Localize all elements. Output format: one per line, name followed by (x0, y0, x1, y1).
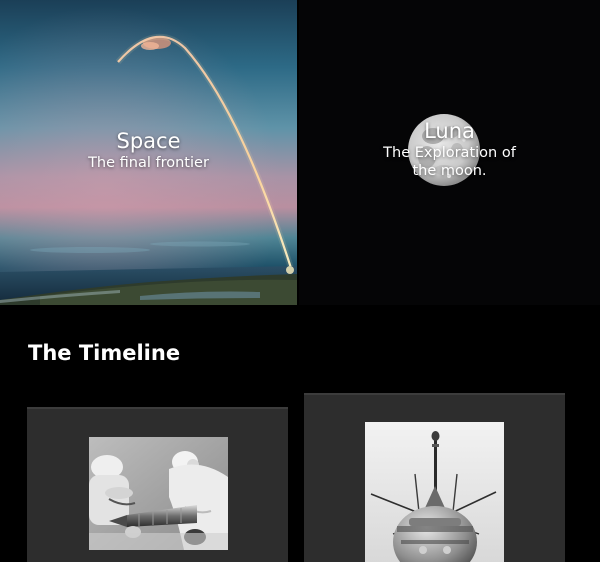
luna-tile-caption: Luna The Exploration of the moon. (299, 118, 600, 180)
luna-tile[interactable]: Luna The Exploration of the moon. (299, 0, 600, 305)
space-tile[interactable]: Space The final frontier (0, 0, 297, 305)
satellite-photo (365, 422, 504, 562)
space-subtitle: The final frontier (88, 155, 209, 171)
hero-row: Space The final frontier Luna The Explor… (0, 0, 600, 305)
timeline-card[interactable] (27, 407, 288, 562)
space-tile-caption: Space The final frontier (0, 128, 297, 172)
timeline-heading: The Timeline (28, 341, 181, 365)
luna-subtitle: The Exploration of the moon. (383, 145, 516, 179)
page: Space The final frontier Luna The Explor… (0, 0, 600, 562)
space-title: Space (116, 129, 181, 153)
timeline-card[interactable] (304, 393, 565, 562)
technicians-probe-photo (89, 437, 228, 550)
luna-title: Luna (424, 119, 475, 143)
